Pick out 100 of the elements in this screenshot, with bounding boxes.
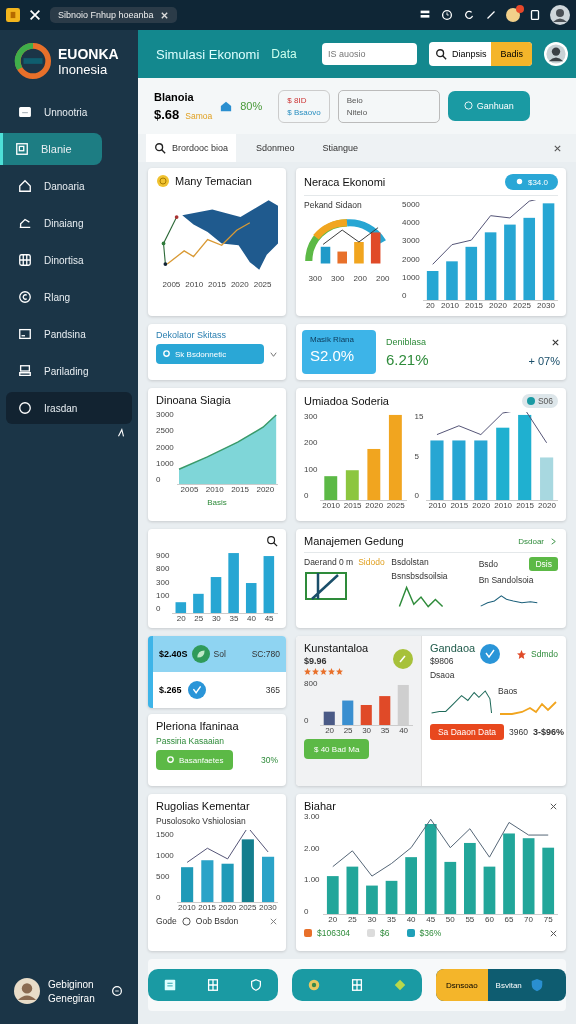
nav-item[interactable]: Unnootria bbox=[6, 96, 132, 128]
axis-label: 800 bbox=[156, 564, 170, 574]
square-icon bbox=[15, 142, 29, 156]
axis-label: 0 bbox=[156, 893, 162, 902]
axis-label: 2020 bbox=[256, 485, 275, 494]
logout-icon[interactable] bbox=[110, 984, 124, 998]
card-icon bbox=[18, 105, 32, 119]
bar bbox=[483, 866, 496, 914]
data-button[interactable]: Sa Daaon Data bbox=[429, 724, 504, 740]
nav-item[interactable]: Dinortisa bbox=[6, 244, 132, 276]
axis-label: 2500 bbox=[156, 426, 174, 436]
footer-button[interactable]: Dsnsoao bbox=[436, 969, 488, 1001]
nav-item[interactable]: Pandsina bbox=[6, 318, 132, 350]
bar bbox=[221, 863, 234, 902]
tray-icon bbox=[18, 216, 32, 230]
close-icon[interactable] bbox=[551, 337, 560, 347]
axis-label: 900 bbox=[156, 551, 170, 560]
axis-label: 2020 bbox=[230, 280, 249, 289]
summary-value: $.68 bbox=[154, 106, 180, 122]
stat-value: SC:780 bbox=[251, 649, 280, 659]
printer-icon bbox=[18, 364, 32, 378]
axis-label: 100 bbox=[304, 464, 318, 474]
clock-icon[interactable] bbox=[440, 8, 454, 22]
footer-label: Gode bbox=[156, 916, 177, 926]
bar bbox=[263, 556, 275, 613]
axis-label: 2020 bbox=[489, 301, 507, 310]
document-icon[interactable] bbox=[162, 978, 177, 992]
view-link[interactable]: Dsdoar bbox=[518, 536, 544, 546]
bar bbox=[542, 847, 555, 914]
bar bbox=[465, 246, 477, 300]
axis-label: 30 bbox=[367, 915, 377, 924]
card-title: Pleriona Ifaninaa bbox=[156, 720, 240, 732]
house-icon bbox=[18, 179, 32, 193]
bar bbox=[346, 866, 359, 914]
axis-label: 2010 bbox=[205, 485, 224, 494]
axis-label: 2020 bbox=[218, 903, 237, 912]
search-field[interactable]: Dianpsis Badis bbox=[428, 42, 532, 66]
axis-label: 5000 bbox=[402, 200, 420, 209]
toggle-switch[interactable]: S06 bbox=[521, 394, 558, 408]
nav-label: Pandsina bbox=[44, 328, 86, 340]
stat-value: 365 bbox=[265, 685, 280, 695]
grid-icon[interactable] bbox=[206, 978, 220, 992]
window-icon bbox=[18, 327, 32, 341]
shield-icon[interactable] bbox=[249, 978, 264, 992]
card-title: Umiadoa Soderia bbox=[304, 395, 389, 407]
search-button[interactable]: Badis bbox=[491, 42, 532, 66]
browser-tab[interactable]: Sibnoio Fnhup hoeanba bbox=[50, 7, 177, 23]
bar bbox=[175, 602, 187, 613]
close-icon[interactable] bbox=[553, 143, 562, 153]
card-subtitle: $9806 bbox=[429, 656, 455, 666]
nav-item[interactable]: Irasdan bbox=[6, 392, 132, 424]
circle-icon bbox=[18, 401, 32, 415]
legend-label: Sdmdo bbox=[531, 649, 558, 659]
column-note: Sidodo bbox=[358, 557, 385, 567]
nav-label: Unnootria bbox=[44, 106, 88, 118]
nav-item[interactable]: Dinaiang bbox=[6, 207, 132, 239]
axis-label: 2030 bbox=[537, 301, 555, 310]
bar bbox=[211, 577, 222, 613]
bar bbox=[324, 711, 336, 725]
grid-icon[interactable] bbox=[350, 978, 364, 992]
toggle-label: S06 bbox=[537, 396, 553, 406]
axis-label: 35 bbox=[229, 614, 239, 623]
nav-item[interactable]: Parilading bbox=[6, 355, 132, 387]
user-role: Genegiran bbox=[48, 992, 96, 1004]
flower-icon[interactable] bbox=[306, 978, 321, 992]
axis-label: 300 bbox=[308, 274, 322, 283]
close-icon[interactable] bbox=[549, 801, 558, 811]
nav-item[interactable]: Blanie bbox=[0, 133, 102, 165]
axis-label: 2015 bbox=[465, 301, 483, 310]
copy-icon[interactable] bbox=[528, 8, 542, 22]
box-value: $ Bsaovo bbox=[287, 107, 321, 117]
axis-label: 2025 bbox=[238, 903, 257, 912]
tab[interactable]: Sdonmeo bbox=[248, 134, 303, 162]
refresh-icon[interactable] bbox=[462, 8, 476, 22]
axis-label: 30 bbox=[211, 614, 221, 623]
tab[interactable]: Stiangue bbox=[314, 134, 367, 162]
bar bbox=[366, 885, 378, 914]
avatar[interactable] bbox=[544, 42, 568, 66]
axis-label: 0 bbox=[414, 491, 420, 500]
tab[interactable]: Brordooc bioa bbox=[146, 134, 237, 162]
copyright-icon bbox=[18, 290, 32, 304]
input-field[interactable]: IS auosio bbox=[321, 43, 417, 65]
axis-label: 2010 bbox=[178, 903, 196, 912]
axis-label: 0 bbox=[402, 290, 408, 300]
grid-icon bbox=[18, 253, 32, 267]
stat-label: Deniblasa bbox=[386, 336, 428, 347]
bar bbox=[464, 842, 476, 914]
search-icon[interactable] bbox=[266, 535, 278, 547]
card-title: Gandaoa bbox=[429, 642, 476, 654]
axis-label: 100 bbox=[156, 590, 170, 600]
nav-item[interactable]: Danoaria bbox=[6, 170, 132, 202]
note-line: Niteio bbox=[346, 107, 369, 117]
close-icon[interactable] bbox=[549, 928, 558, 938]
card-title: Rugolias Kementar bbox=[156, 800, 251, 812]
avatar[interactable] bbox=[550, 5, 570, 25]
circle-icon bbox=[463, 101, 473, 110]
axis-label: 1500 bbox=[156, 830, 174, 839]
axis-label: 20 bbox=[325, 726, 335, 735]
nav-item[interactable]: Rlang bbox=[6, 281, 132, 313]
axis-label: 2010 bbox=[494, 501, 513, 510]
